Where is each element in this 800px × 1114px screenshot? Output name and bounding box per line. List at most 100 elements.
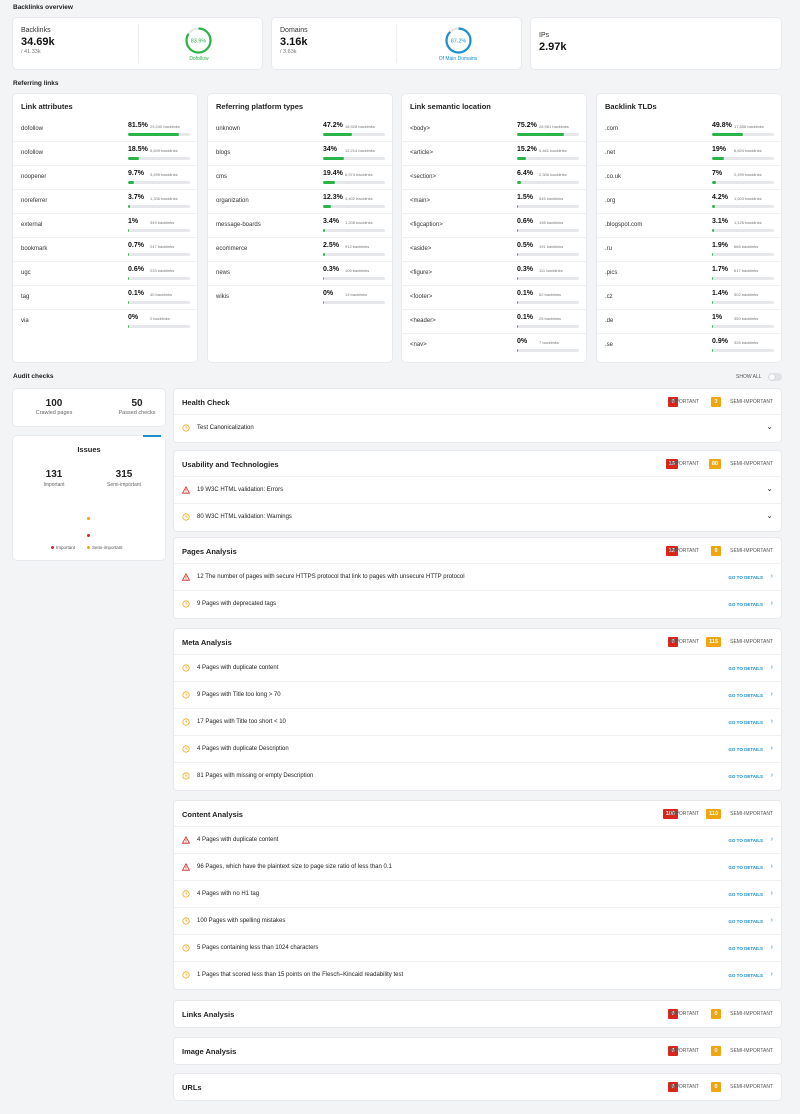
go-to-details-link[interactable]: GO TO DETAILS	[728, 693, 763, 698]
referring-card-title: Link attributes	[21, 102, 73, 111]
chevron-right-icon[interactable]: ›	[771, 573, 773, 580]
chevron-right-icon[interactable]: ›	[771, 664, 773, 671]
row-progress-fill	[323, 133, 353, 136]
important-badge-label: IMPORTANT	[670, 1011, 699, 1017]
audit-panel-header[interactable]: Usability and Technologies 19 IMPORTANT …	[174, 451, 781, 477]
chevron-down-icon[interactable]: ⌄	[766, 511, 773, 520]
audit-check-item[interactable]: 4 Pages with duplicate Description GO TO …	[174, 736, 781, 763]
clock-icon	[182, 772, 190, 780]
audit-panel-title: Links Analysis	[182, 1010, 235, 1019]
go-to-details-link[interactable]: GO TO DETAILS	[728, 946, 763, 951]
audit-check-item[interactable]: 9 Pages with deprecated tags GO TO DETAIL…	[174, 591, 781, 618]
row-progress-bar	[712, 253, 774, 256]
important-badge-label: IMPORTANT	[670, 1084, 699, 1090]
main-domains-ring-value: 87.2%	[451, 39, 467, 45]
row-name: bookmark	[21, 246, 48, 252]
audit-check-item[interactable]: 96 Pages, which have the plaintext size …	[174, 854, 781, 881]
audit-panel-header[interactable]: URLs 0 IMPORTANT 0 SEMI-IMPORTANT	[174, 1074, 781, 1100]
row-percent: 1.9%	[712, 242, 728, 249]
chevron-down-icon[interactable]: ⌄	[766, 484, 773, 493]
row-progress-bar	[323, 253, 385, 256]
row-percent: 0.9%	[712, 338, 728, 345]
go-to-details-link[interactable]: GO TO DETAILS	[728, 973, 763, 978]
audit-check-item[interactable]: 4 Pages with duplicate content GO TO DETA…	[174, 655, 781, 682]
referring-row: .pics 1.7% 617 backlinks	[597, 262, 781, 286]
crawled-pages-value: 100	[45, 398, 63, 409]
audit-panel-header[interactable]: Pages Analysis 12 IMPORTANT 9 SEMI-IMPOR…	[174, 538, 781, 564]
audit-check-item[interactable]: 17 Pages with Title too short < 10 GO TO …	[174, 709, 781, 736]
audit-check-item[interactable]: 80 W3C HTML validation: Warnings ⌄	[174, 504, 781, 531]
row-progress-bar	[517, 301, 579, 304]
referring-row: via 0% 2 backlinks	[13, 310, 197, 334]
chevron-right-icon[interactable]: ›	[771, 863, 773, 870]
audit-check-item[interactable]: 81 Pages with missing or empty Descripti…	[174, 763, 781, 790]
audit-check-item[interactable]: 4 Pages with duplicate content GO TO DETA…	[174, 827, 781, 854]
go-to-details-link[interactable]: GO TO DETAILS	[728, 919, 763, 924]
referring-row: blogs 34% 12,214 backlinks	[208, 142, 392, 166]
row-percent: 81.5%	[128, 122, 148, 129]
row-percent: 3.4%	[323, 218, 339, 225]
referring-links-title: Referring links	[13, 80, 59, 87]
row-name: noreferrer	[21, 198, 48, 204]
audit-check-item[interactable]: 100 Pages with spelling mistakes GO TO DE…	[174, 908, 781, 935]
audit-check-item[interactable]: 1 Pages that scored less than 15 points …	[174, 962, 781, 989]
chevron-right-icon[interactable]: ›	[771, 745, 773, 752]
row-progress-fill	[517, 301, 519, 304]
audit-check-item[interactable]: 19 W3C HTML validation: Errors ⌄	[174, 477, 781, 504]
chevron-right-icon[interactable]: ›	[771, 718, 773, 725]
audit-check-item[interactable]: 9 Pages with Title too long > 70 GO TO DE…	[174, 682, 781, 709]
audit-check-item[interactable]: 5 Pages containing less than 1024 charac…	[174, 935, 781, 962]
audit-check-item[interactable]: 12 The number of pages with secure HTTPS…	[174, 564, 781, 591]
audit-panel-header[interactable]: Image Analysis 0 IMPORTANT 0 SEMI-IMPORT…	[174, 1038, 781, 1064]
row-percent: 0%	[517, 338, 528, 345]
chevron-right-icon[interactable]: ›	[771, 836, 773, 843]
row-progress-bar	[712, 325, 774, 328]
audit-panel-header[interactable]: Links Analysis 0 IMPORTANT 0 SEMI-IMPORT…	[174, 1001, 781, 1027]
row-progress-fill	[128, 133, 179, 136]
chevron-right-icon[interactable]: ›	[771, 917, 773, 924]
chevron-right-icon[interactable]: ›	[771, 772, 773, 779]
go-to-details-link[interactable]: GO TO DETAILS	[728, 865, 763, 870]
chevron-right-icon[interactable]: ›	[771, 944, 773, 951]
referring-row: unknown 47.2% 16,928 backlinks	[208, 118, 392, 142]
go-to-details-link[interactable]: GO TO DETAILS	[728, 747, 763, 752]
go-to-details-link[interactable]: GO TO DETAILS	[728, 720, 763, 725]
row-progress-bar	[517, 229, 579, 232]
row-percent: 1.7%	[712, 266, 728, 273]
chevron-right-icon[interactable]: ›	[771, 971, 773, 978]
go-to-details-link[interactable]: GO TO DETAILS	[728, 892, 763, 897]
row-percent: 0.5%	[517, 242, 533, 249]
row-progress-fill	[128, 229, 130, 232]
audit-check-item[interactable]: Test Canonicalization ⌄	[174, 415, 781, 442]
referring-row: message-boards 3.4% 1,208 backlinks	[208, 214, 392, 238]
semi-important-badge-label: SEMI-IMPORTANT	[730, 461, 773, 467]
row-progress-fill	[323, 229, 326, 232]
chevron-right-icon[interactable]: ›	[771, 691, 773, 698]
row-name: .co.uk	[605, 174, 622, 180]
audit-panel-header[interactable]: Health Check 0 IMPORTANT 3 SEMI-IMPORTAN…	[174, 389, 781, 415]
chevron-right-icon[interactable]: ›	[771, 600, 773, 607]
row-progress-fill	[517, 277, 519, 280]
audit-panel-header[interactable]: Content Analysis 100 IMPORTANT 110 SEMI-…	[174, 801, 781, 827]
row-name: message-boards	[216, 222, 261, 228]
audit-check-text: 100 Pages with spelling mistakes	[197, 918, 286, 924]
row-name: ecommerce	[216, 246, 248, 252]
audit-panel-title: Meta Analysis	[182, 638, 232, 647]
important-badge-label: IMPORTANT	[670, 461, 699, 467]
go-to-details-link[interactable]: GO TO DETAILS	[728, 602, 763, 607]
go-to-details-link[interactable]: GO TO DETAILS	[728, 575, 763, 580]
chevron-right-icon[interactable]: ›	[771, 890, 773, 897]
backlinks-total: / 41.33k	[21, 49, 41, 55]
row-name: blogs	[216, 150, 231, 156]
audit-check-item[interactable]: 4 Pages with no H1 tag GO TO DETAILS ›	[174, 881, 781, 908]
go-to-details-link[interactable]: GO TO DETAILS	[728, 666, 763, 671]
row-percent: 3.1%	[712, 218, 728, 225]
chevron-down-icon[interactable]: ⌄	[766, 422, 773, 431]
row-progress-fill	[712, 277, 714, 280]
show-all-toggle[interactable]	[768, 373, 782, 381]
go-to-details-link[interactable]: GO TO DETAILS	[728, 838, 763, 843]
row-backlinks-count: 106 backlinks	[345, 268, 370, 273]
audit-panel-header[interactable]: Meta Analysis 0 IMPORTANT 115 SEMI-IMPOR…	[174, 629, 781, 655]
row-progress-bar	[128, 325, 190, 328]
go-to-details-link[interactable]: GO TO DETAILS	[728, 774, 763, 779]
